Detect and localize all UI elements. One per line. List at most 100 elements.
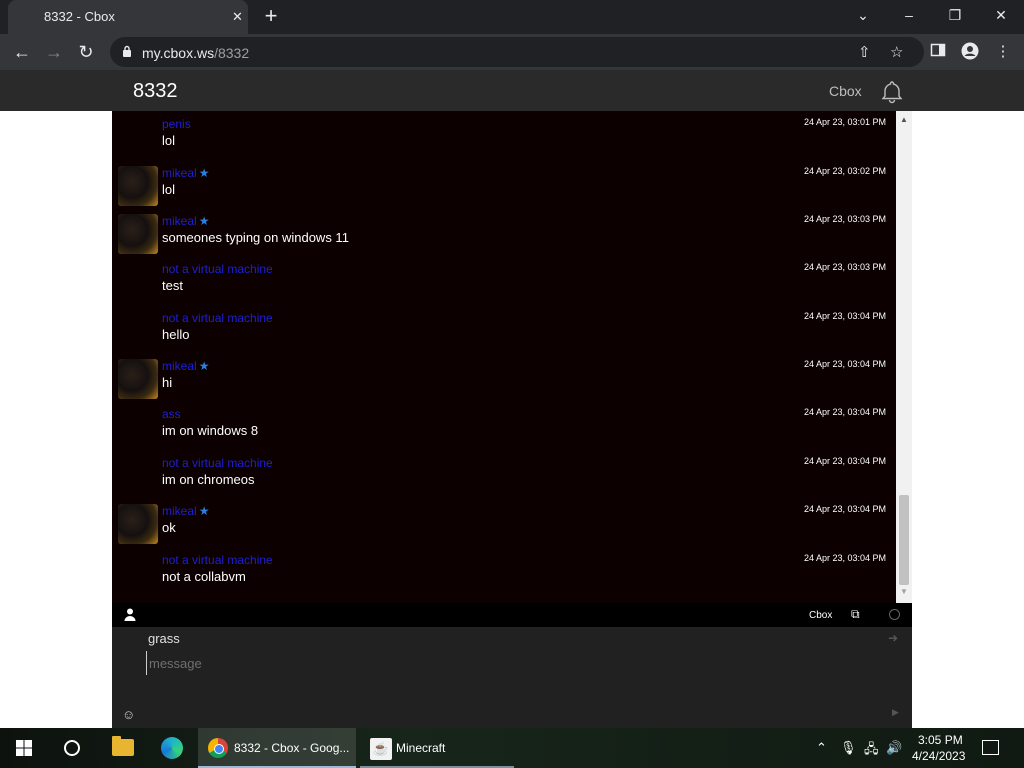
message-text: someones typing on windows 11 xyxy=(162,230,349,245)
url-text[interactable]: my.cbox.ws/8332 xyxy=(142,45,249,61)
message-author[interactable]: mikeal ★ xyxy=(162,504,209,518)
message-timestamp: 24 Apr 23, 03:04 PM xyxy=(804,359,887,369)
restore-button[interactable]: ❐ xyxy=(932,0,978,34)
taskbar-app-label: 8332 - Cbox - Goog... xyxy=(234,741,350,755)
browser-tab[interactable]: 8332 - Cbox ✕ xyxy=(8,0,248,34)
address-bar[interactable]: my.cbox.ws/8332 ⇧ ☆ xyxy=(110,37,924,67)
message-author[interactable]: mikeal ★ xyxy=(162,359,209,373)
file-explorer-button[interactable] xyxy=(96,728,144,768)
page-title: 8332 xyxy=(133,80,178,102)
side-panel-icon[interactable] xyxy=(928,42,948,62)
author-name: mikeal xyxy=(162,504,197,518)
verified-star-icon: ★ xyxy=(198,166,210,180)
windows-taskbar: 8332 - Cbox - Goog... ☕ Minecraft ⌃ 🎙 🖧 … xyxy=(0,728,1024,768)
scroll-down-icon[interactable]: ▼ xyxy=(900,587,908,596)
forward-arrow-icon[interactable]: → xyxy=(42,40,66,64)
verified-star-icon: ★ xyxy=(198,214,210,228)
reload-icon[interactable]: ↻ xyxy=(74,40,98,64)
browser-toolbar: ← → ↻ my.cbox.ws/8332 ⇧ ☆ ⋮ xyxy=(0,34,1024,70)
message-author[interactable]: mikeal ★ xyxy=(162,166,209,180)
login-icon[interactable]: ➜ xyxy=(888,631,898,645)
avatar[interactable] xyxy=(118,214,158,254)
message-item: not a virtual machine 24 Apr 23, 03:03 P… xyxy=(112,260,896,308)
message-list: penis 24 Apr 23, 03:01 PM lol mikeal ★ 24… xyxy=(112,111,896,603)
message-timestamp: 24 Apr 23, 03:03 PM xyxy=(804,262,887,272)
web-page: 8332 Cbox penis 24 Apr 23, 03:01 PM lol … xyxy=(0,70,1024,728)
start-button[interactable] xyxy=(0,728,48,768)
message-author[interactable]: not a virtual machine xyxy=(162,262,273,276)
close-window-button[interactable]: ✕ xyxy=(978,0,1024,34)
message-author[interactable]: not a virtual machine xyxy=(162,456,273,470)
message-timestamp: 24 Apr 23, 03:04 PM xyxy=(804,311,887,321)
avatar[interactable] xyxy=(118,504,158,544)
status-circle-icon[interactable] xyxy=(889,609,900,620)
message-text: test xyxy=(162,278,183,293)
tab-close-icon[interactable]: ✕ xyxy=(232,9,243,25)
message-author[interactable]: not a virtual machine xyxy=(162,553,273,567)
share-icon[interactable]: ⇧ xyxy=(858,43,871,61)
scroll-up-icon[interactable]: ▲ xyxy=(900,115,908,124)
message-scrollbar[interactable]: ▲ ▼ xyxy=(896,111,912,603)
message-timestamp: 24 Apr 23, 03:02 PM xyxy=(804,166,887,176)
cortana-button[interactable] xyxy=(48,728,96,768)
profile-icon[interactable] xyxy=(960,42,980,62)
message-text: hello xyxy=(162,327,190,342)
user-icon[interactable] xyxy=(124,608,136,621)
clock-date[interactable]: 4/24/2023 xyxy=(912,749,965,763)
network-icon[interactable]: 🖧 xyxy=(864,740,879,762)
message-text: im on chromeos xyxy=(162,472,255,487)
message-timestamp: 24 Apr 23, 03:04 PM xyxy=(804,456,887,466)
avatar[interactable] xyxy=(118,166,158,206)
edge-button[interactable] xyxy=(144,728,192,768)
emoji-icon[interactable]: ☺ xyxy=(122,707,135,722)
taskbar-app-chrome[interactable]: 8332 - Cbox - Goog... xyxy=(198,728,356,768)
bookmark-star-icon[interactable]: ☆ xyxy=(890,43,903,61)
message-item: penis 24 Apr 23, 03:01 PM lol xyxy=(112,115,896,163)
popout-icon[interactable]: ⧉ xyxy=(851,607,860,622)
compose-area: grass ➜ ☺ ▶ xyxy=(112,627,912,728)
tab-title: 8332 - Cbox xyxy=(44,9,115,24)
cbox-brand-link[interactable]: Cbox xyxy=(829,83,862,99)
name-field[interactable]: grass xyxy=(148,631,180,646)
back-arrow-icon[interactable]: ← xyxy=(10,40,34,64)
message-author[interactable]: mikeal ★ xyxy=(162,214,209,228)
message-input[interactable] xyxy=(146,651,866,675)
tab-search-chevron-icon[interactable]: ⌄ xyxy=(840,0,886,34)
clock-time[interactable]: 3:05 PM xyxy=(918,733,963,747)
microphone-icon[interactable]: 🎙 xyxy=(840,740,857,756)
message-author[interactable]: ass xyxy=(162,407,181,421)
new-tab-button[interactable]: + xyxy=(260,4,282,28)
message-text: lol xyxy=(162,133,176,148)
scrollbar-thumb[interactable] xyxy=(899,495,909,585)
message-author[interactable]: penis xyxy=(162,117,191,131)
notification-center-icon[interactable] xyxy=(982,740,999,755)
cbox-footer-link[interactable]: Cbox xyxy=(809,610,832,621)
message-author[interactable]: not a virtual machine xyxy=(162,311,273,325)
browser-menu-icon[interactable]: ⋮ xyxy=(993,42,1013,62)
verified-star-icon: ★ xyxy=(198,504,210,518)
chat-box: penis 24 Apr 23, 03:01 PM lol mikeal ★ 24… xyxy=(112,111,912,728)
volume-icon[interactable]: 🔊 xyxy=(886,740,902,756)
taskbar-app-minecraft[interactable]: ☕ Minecraft xyxy=(360,728,514,768)
message-item: not a virtual machine 24 Apr 23, 03:04 P… xyxy=(112,309,896,357)
message-text: not a collabvm xyxy=(162,569,246,584)
verified-star-icon: ★ xyxy=(198,359,210,373)
author-name: mikeal xyxy=(162,214,197,228)
avatar[interactable] xyxy=(118,359,158,399)
minimize-button[interactable]: – xyxy=(886,0,932,34)
message-item: not a virtual machine 24 Apr 23, 03:04 P… xyxy=(112,454,896,502)
message-item: not a virtual machine 24 Apr 23, 03:04 P… xyxy=(112,551,896,599)
edge-icon xyxy=(161,737,183,759)
url-host: my.cbox.ws xyxy=(142,45,215,61)
message-item: mikeal ★ 24 Apr 23, 03:04 PM hi xyxy=(112,357,896,405)
send-icon[interactable]: ▶ xyxy=(892,707,899,718)
lock-icon[interactable] xyxy=(122,45,132,57)
message-item: mikeal ★ 24 Apr 23, 03:04 PM ok xyxy=(112,502,896,550)
message-timestamp: 24 Apr 23, 03:04 PM xyxy=(804,407,887,417)
message-text: ok xyxy=(162,520,176,535)
notification-bell-icon[interactable] xyxy=(879,79,905,105)
message-item: ass 24 Apr 23, 03:04 PM im on windows 8 xyxy=(112,405,896,453)
java-icon: ☕ xyxy=(370,738,392,760)
tray-chevron-up-icon[interactable]: ⌃ xyxy=(816,740,827,756)
author-name: mikeal xyxy=(162,166,197,180)
